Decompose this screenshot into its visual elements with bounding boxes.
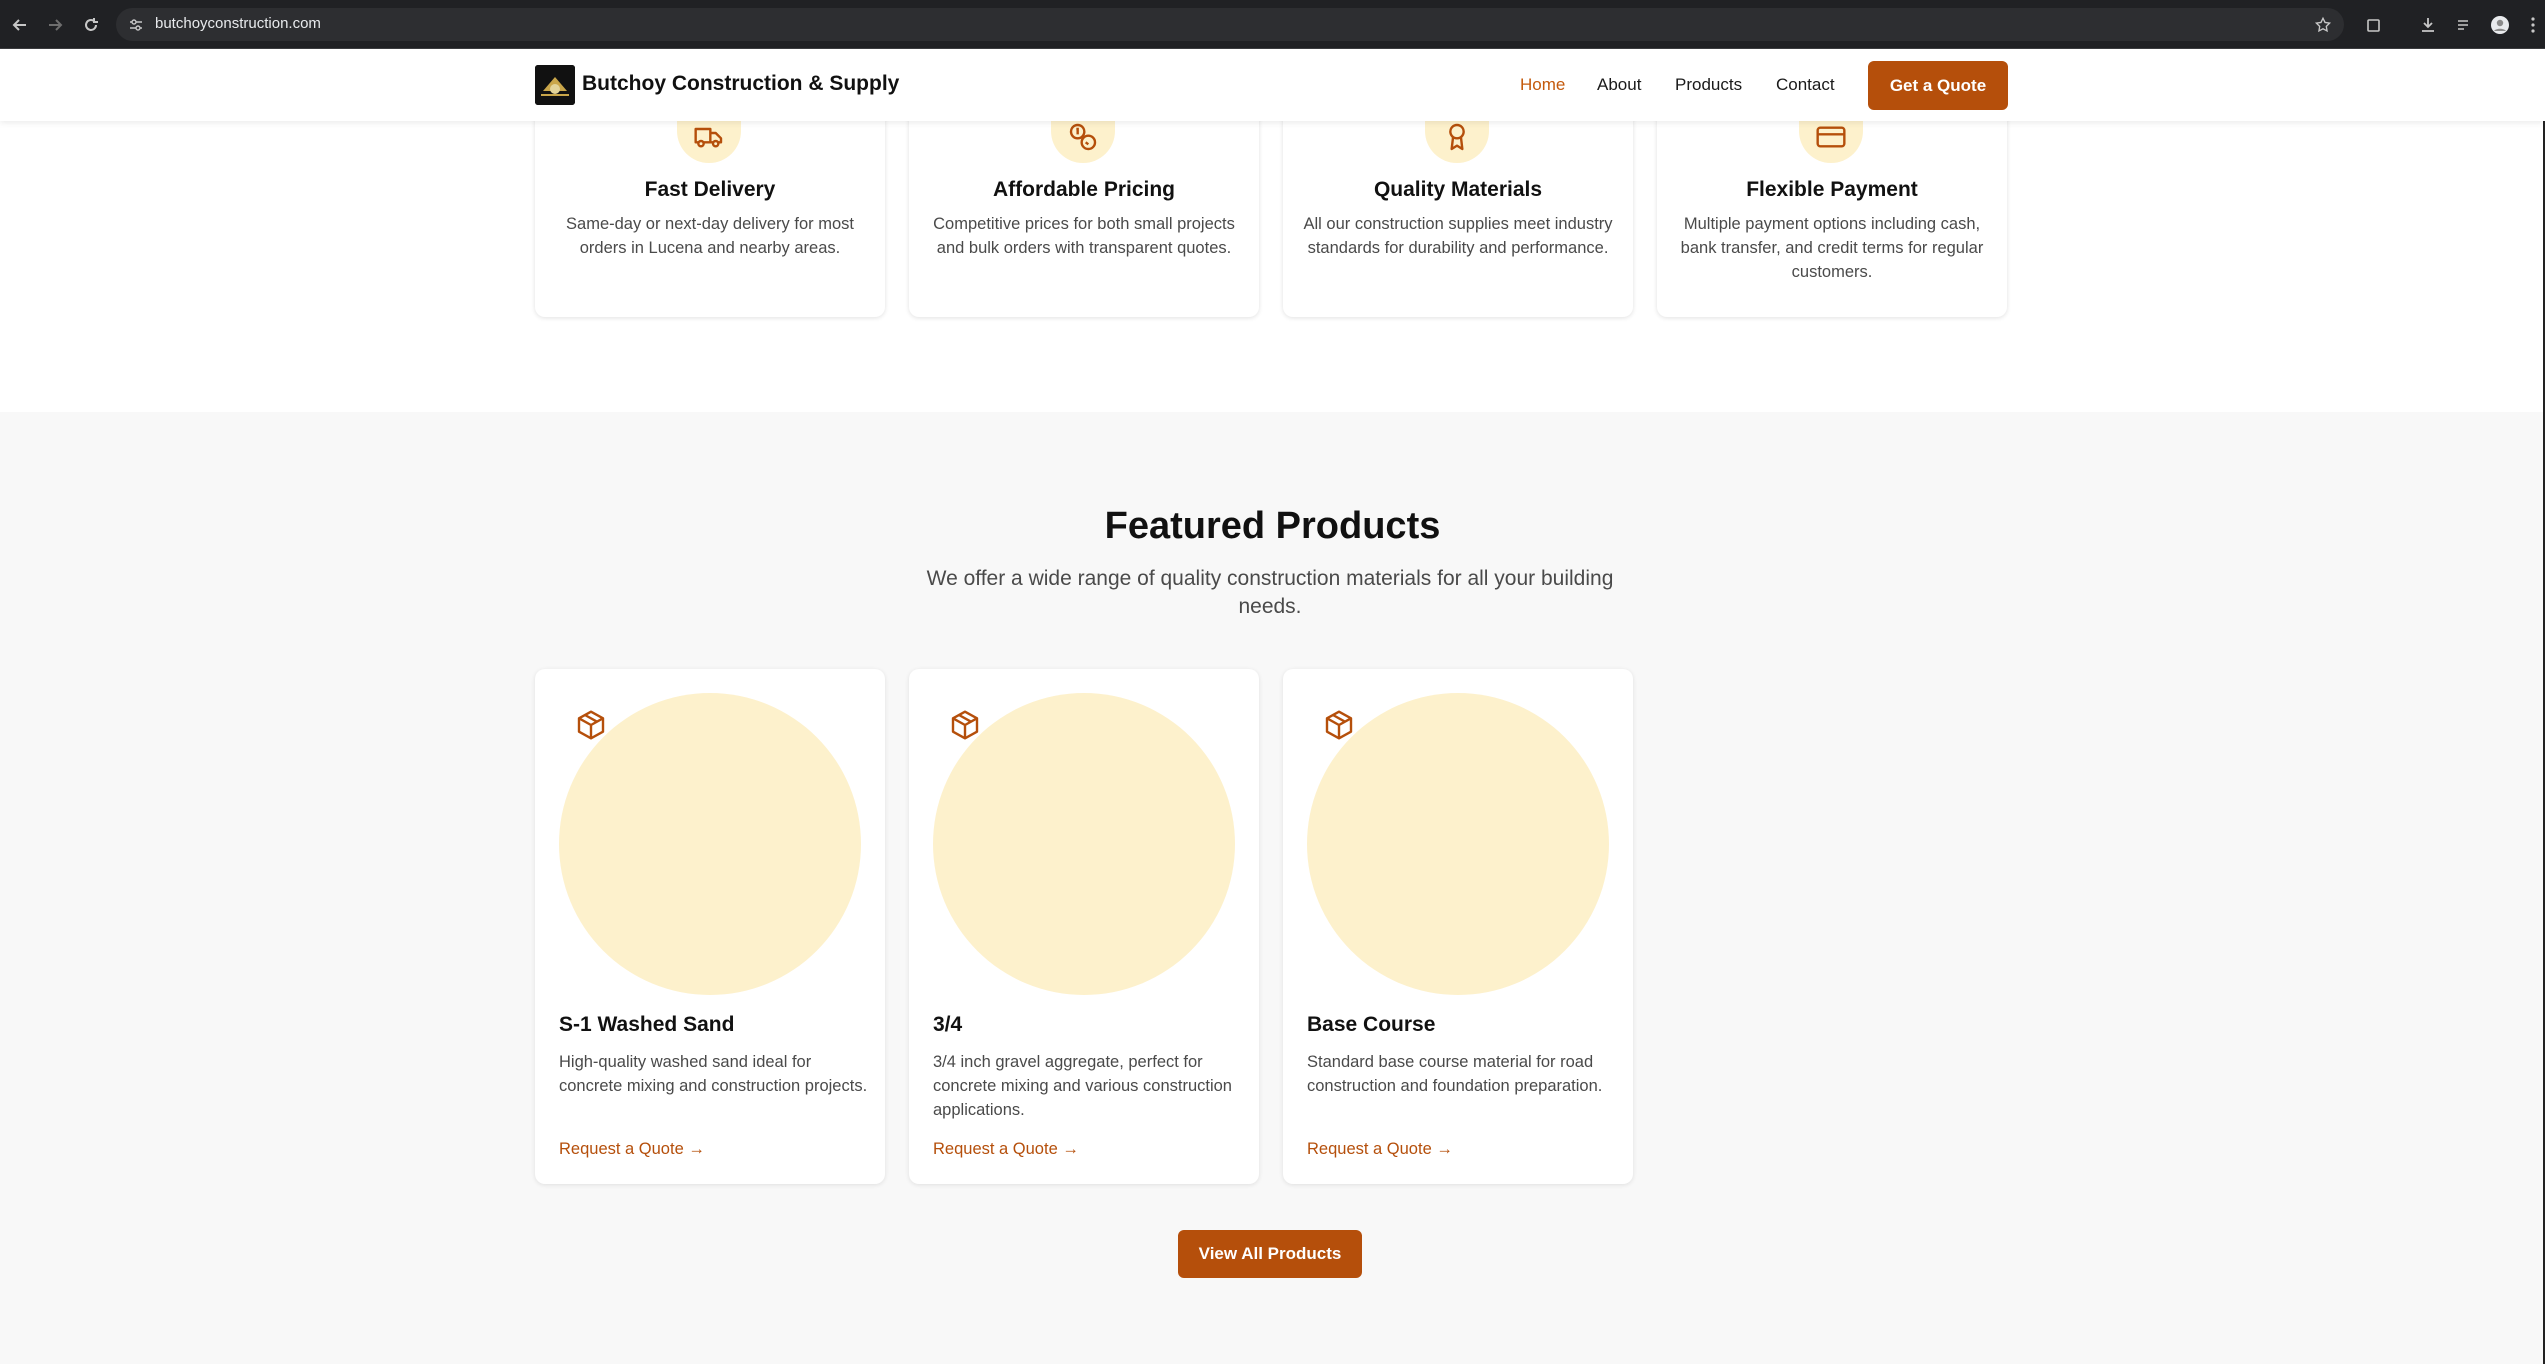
media-icon[interactable] bbox=[2452, 13, 2476, 37]
package-icon bbox=[1323, 709, 1355, 741]
product-description: High-quality washed sand ideal for concr… bbox=[559, 1053, 868, 1095]
star-icon[interactable] bbox=[2311, 13, 2335, 37]
request-quote-link[interactable]: Request a Quote → bbox=[559, 1140, 705, 1159]
feature-description: Same-day or next-day delivery for most o… bbox=[566, 215, 854, 257]
arrow-right-icon[interactable] bbox=[43, 13, 67, 37]
request-quote-link[interactable]: Request a Quote → bbox=[933, 1140, 1079, 1159]
nav-contact[interactable]: Contact bbox=[1776, 75, 1835, 95]
extensions-icon[interactable] bbox=[2362, 13, 2386, 37]
nav-home[interactable]: Home bbox=[1520, 75, 1565, 95]
get-a-quote-button[interactable]: Get a Quote bbox=[1868, 61, 2008, 110]
menu-dots-icon[interactable] bbox=[2521, 13, 2545, 37]
brand-name[interactable]: Butchoy Construction & Supply bbox=[582, 72, 899, 96]
product-name: S-1 Washed Sand bbox=[559, 1013, 735, 1036]
feature-card: Affordable Pricing Competitive prices fo… bbox=[909, 111, 1259, 317]
feature-title: Quality Materials bbox=[1373, 178, 1543, 201]
feature-description: Multiple payment options including cash,… bbox=[1680, 215, 1984, 281]
product-description: Standard base course material for road c… bbox=[1307, 1053, 1603, 1095]
package-icon bbox=[575, 709, 607, 741]
feature-card: Flexible Payment Multiple payment option… bbox=[1657, 111, 2007, 317]
reload-icon[interactable] bbox=[79, 13, 103, 37]
product-name: 3/4 bbox=[933, 1013, 963, 1036]
features-section: Fast Delivery Same-day or next-day deliv… bbox=[0, 111, 2545, 412]
view-all-products-button[interactable]: View All Products bbox=[1178, 1230, 1362, 1278]
product-description: 3/4 inch gravel aggregate, perfect for c… bbox=[933, 1053, 1232, 1119]
section-title: Featured Products bbox=[1104, 505, 1441, 547]
product-card[interactable]: S-1 Washed Sand High-quality washed sand… bbox=[535, 669, 885, 1184]
section-subtitle: We offer a wide range of quality constru… bbox=[926, 567, 1614, 618]
nav-about[interactable]: About bbox=[1597, 75, 1641, 95]
request-quote-link[interactable]: Request a Quote → bbox=[1307, 1140, 1453, 1159]
feature-title: Affordable Pricing bbox=[992, 178, 1176, 201]
site-info-icon[interactable] bbox=[127, 16, 145, 34]
arrow-left-icon[interactable] bbox=[8, 13, 32, 37]
product-name: Base Course bbox=[1307, 1013, 1436, 1036]
featured-products-section: Featured Products We offer a wide range … bbox=[0, 412, 2545, 1364]
package-icon bbox=[949, 709, 981, 741]
download-icon[interactable] bbox=[2416, 13, 2440, 37]
feature-description: All our construction supplies meet indus… bbox=[1303, 215, 1613, 257]
browser-toolbar: butchoyconstruction.com bbox=[0, 0, 2545, 49]
feature-title: Fast Delivery bbox=[644, 178, 776, 201]
url-text[interactable]: butchoyconstruction.com bbox=[155, 15, 321, 32]
feature-title: Flexible Payment bbox=[1746, 178, 1918, 201]
site-header: Butchoy Construction & Supply Home About… bbox=[0, 49, 2545, 121]
product-card[interactable]: 3/4 3/4 inch gravel aggregate, perfect f… bbox=[909, 669, 1259, 1184]
address-bar[interactable] bbox=[116, 8, 2344, 41]
product-card[interactable]: Base Course Standard base course materia… bbox=[1283, 669, 1633, 1184]
company-logo[interactable] bbox=[535, 65, 575, 105]
feature-card: Quality Materials All our construction s… bbox=[1283, 111, 1633, 317]
nav-products[interactable]: Products bbox=[1675, 75, 1742, 95]
feature-description: Competitive prices for both small projec… bbox=[933, 215, 1235, 257]
feature-card: Fast Delivery Same-day or next-day deliv… bbox=[535, 111, 885, 317]
profile-avatar-icon[interactable] bbox=[2488, 13, 2512, 37]
